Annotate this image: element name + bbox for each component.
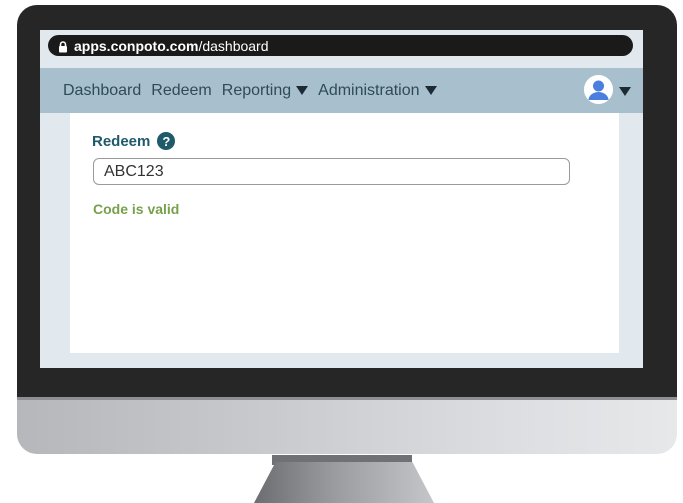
monitor-stand — [254, 462, 434, 503]
nav-item-label: Dashboard — [63, 81, 142, 99]
caret-down-icon — [296, 86, 309, 95]
caret-down-icon — [424, 86, 437, 95]
user-menu[interactable] — [584, 75, 631, 104]
redeem-heading-text: Redeem — [92, 132, 151, 150]
nav-item-redeem[interactable]: Redeem — [151, 82, 211, 100]
validation-message: Code is valid — [93, 201, 180, 217]
monitor-screen: apps.conpoto.com/dashboard Dashboard Red… — [40, 30, 643, 368]
user-avatar-icon[interactable] — [584, 75, 613, 104]
redeem-heading: Redeem ? — [92, 132, 176, 150]
monitor-mockup: apps.conpoto.com/dashboard Dashboard Red… — [0, 0, 683, 503]
address-bar[interactable]: apps.conpoto.com/dashboard — [48, 35, 633, 56]
monitor-chin — [17, 397, 677, 454]
lock-icon — [58, 40, 68, 52]
nav-item-administration[interactable]: Administration — [318, 81, 437, 100]
url-domain: apps.conpoto.com — [74, 37, 199, 54]
nav-item-label: Reporting — [221, 81, 292, 99]
redeem-panel: Redeem ? Code is valid — [70, 113, 619, 353]
top-navbar: Dashboard Redeem Reporting Administratio… — [40, 68, 643, 113]
url-path: /dashboard — [198, 37, 269, 54]
nav-item-dashboard[interactable]: Dashboard — [63, 82, 141, 100]
nav-item-label: Administration — [318, 81, 420, 99]
help-icon[interactable]: ? — [157, 132, 176, 150]
redeem-code-input[interactable] — [93, 158, 570, 185]
caret-down-icon — [619, 87, 631, 96]
nav-item-label: Redeem — [151, 81, 212, 99]
nav-item-reporting[interactable]: Reporting — [221, 81, 309, 100]
